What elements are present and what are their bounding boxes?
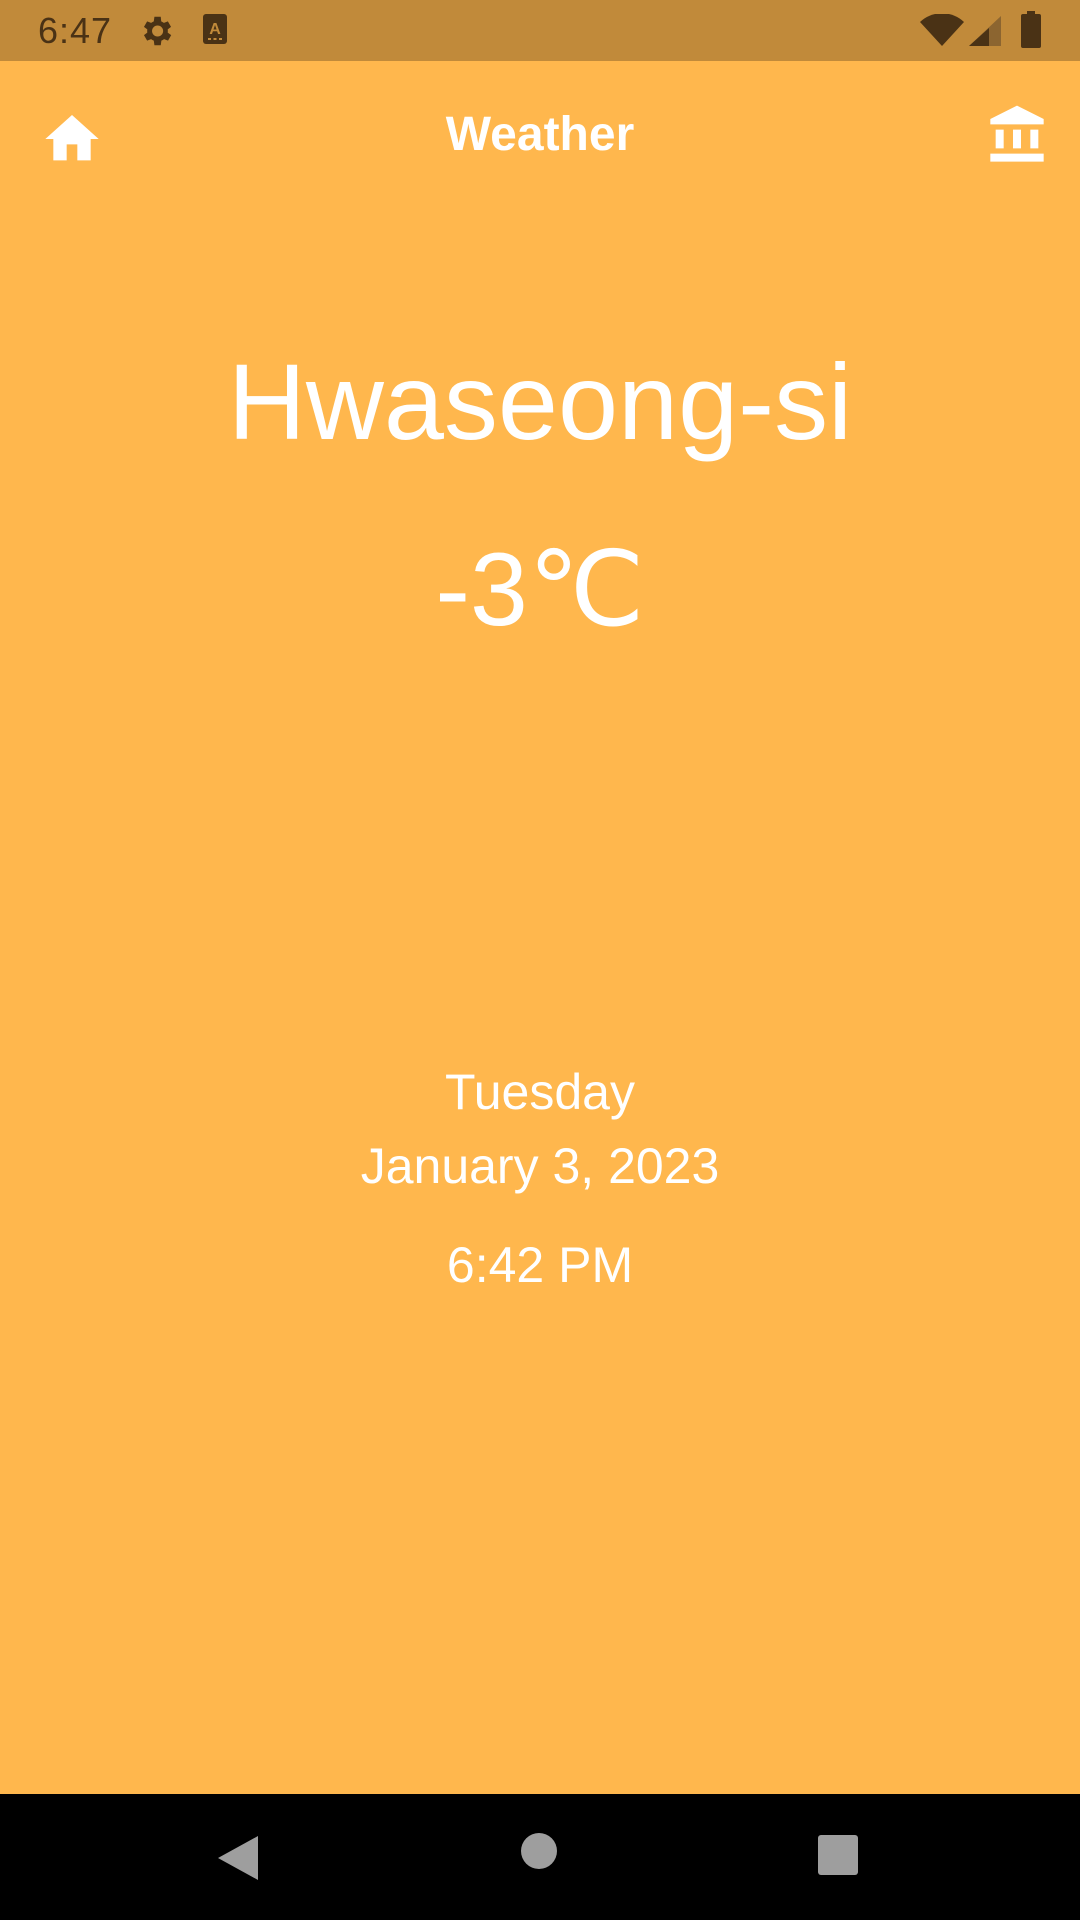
bank-icon[interactable] bbox=[985, 103, 1049, 167]
gear-icon bbox=[143, 16, 172, 46]
home-circle-icon[interactable] bbox=[519, 1831, 559, 1871]
battery-icon bbox=[1021, 11, 1041, 48]
status-bar: 6:47 A bbox=[0, 0, 1080, 61]
navigation-bar bbox=[0, 1794, 1080, 1920]
status-time: 6:47 bbox=[38, 10, 113, 51]
a-keyboard-icon: A bbox=[203, 14, 227, 44]
city-name: Hwaseong-si bbox=[227, 341, 853, 462]
recents-icon[interactable] bbox=[817, 1834, 859, 1876]
weather-screen: 6:47 A Weather Hwaseong-si -3℃ Tuesday J… bbox=[0, 0, 1080, 1920]
time: 6:42 PM bbox=[446, 1237, 634, 1293]
temperature: -3℃ bbox=[435, 532, 645, 648]
wifi-icon bbox=[920, 14, 964, 46]
app-title: Weather bbox=[445, 108, 635, 161]
back-icon[interactable] bbox=[216, 1834, 260, 1882]
date: January 3, 2023 bbox=[360, 1138, 720, 1194]
app-bar: Weather bbox=[0, 61, 1080, 215]
day-of-week: Tuesday bbox=[445, 1064, 635, 1120]
svg-text:A: A bbox=[209, 21, 221, 38]
signal-icon bbox=[969, 16, 1001, 46]
